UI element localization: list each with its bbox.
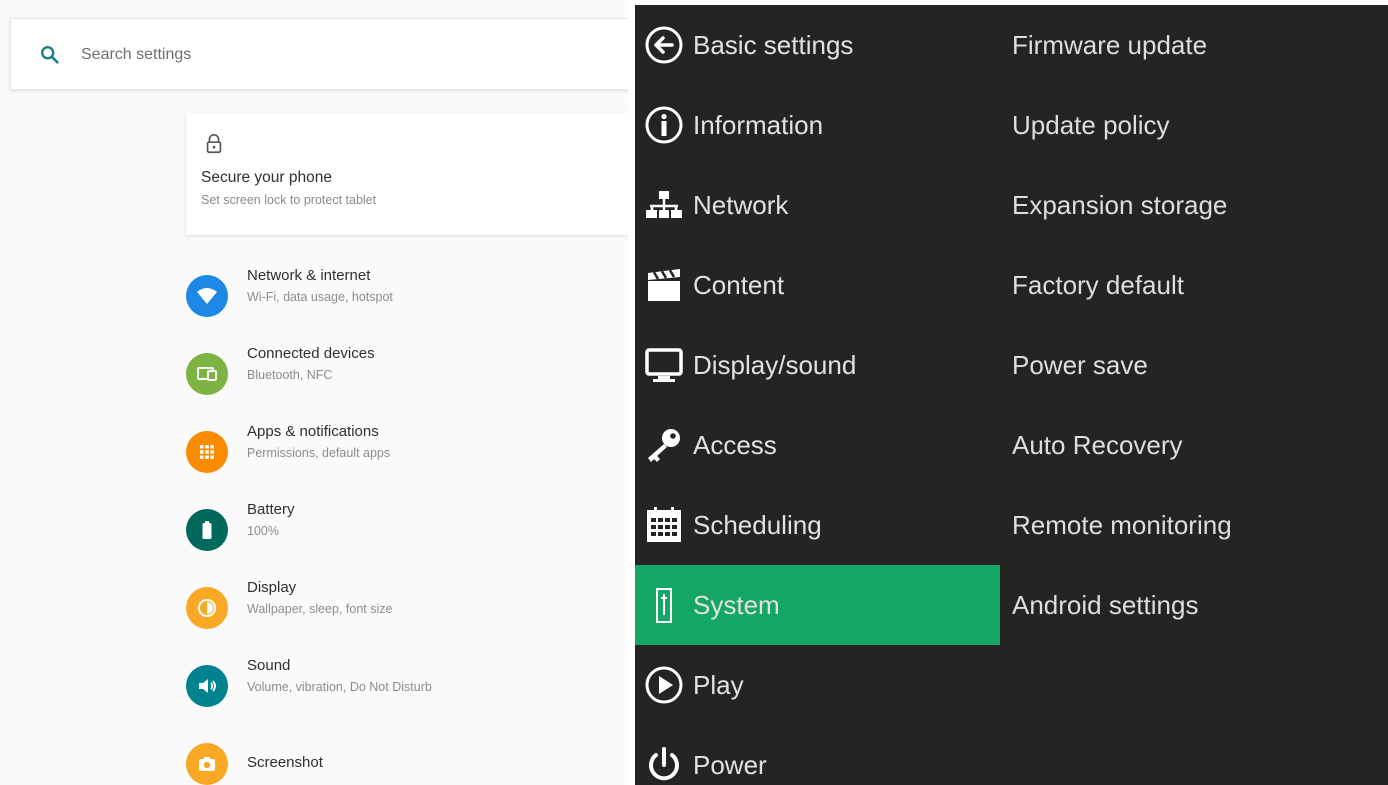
menu-label: Scheduling [693,509,822,540]
menu-label: Basic settings [693,29,854,60]
search-bar[interactable] [10,18,628,90]
setting-sound[interactable]: Sound Volume, vibration, Do Not Disturb [186,657,606,725]
setting-connected-devices[interactable]: Connected devices Bluetooth, NFC [186,345,606,413]
submenu-auto-recovery[interactable]: Auto Recovery [1012,405,1183,485]
signage-settings-panel: Basic settings Information Network Conte… [635,5,1388,785]
setting-title: Battery [247,501,295,518]
menu-item-scheduling[interactable]: Scheduling [635,485,1000,565]
camera-icon [186,743,228,785]
menu-item-basic-settings[interactable]: Basic settings [635,5,1000,85]
setting-subtitle: 100% [247,524,279,538]
menu-label: Content [693,269,785,300]
back-arrow-icon [643,24,685,66]
monitor-icon [643,344,685,386]
menu-label: Display/sound [693,349,857,380]
menu-label: Play [693,669,744,700]
lock-icon [203,133,225,155]
setting-title: Screenshot [247,754,323,771]
apps-icon [186,431,228,473]
system-icon [643,584,685,626]
panel-divider [628,0,635,785]
submenu-factory-default[interactable]: Factory default [1012,245,1184,325]
play-icon [643,664,685,706]
devices-icon [186,353,228,395]
battery-icon [186,509,228,551]
info-icon [643,104,685,146]
search-input[interactable] [81,41,601,69]
menu-item-display-sound[interactable]: Display/sound [635,325,1000,405]
menu-label: Information [693,109,824,140]
volume-icon [186,665,228,707]
setting-apps-notifications[interactable]: Apps & notifications Permissions, defaul… [186,423,606,491]
android-settings-panel: Secure your phone Set screen lock to pro… [0,0,628,785]
menu-label: Access [693,429,777,460]
search-icon [39,44,61,66]
calendar-icon [643,504,685,546]
key-icon [643,424,685,466]
menu-item-information[interactable]: Information [635,85,1000,165]
setting-subtitle: Permissions, default apps [247,446,391,460]
menu-item-power[interactable]: Power [635,725,1000,785]
setting-battery[interactable]: Battery 100% [186,501,606,569]
menu-item-play[interactable]: Play [635,645,1000,725]
menu-label: Network [693,189,789,220]
secure-card-title: Secure your phone [201,169,332,186]
clapperboard-icon [643,264,685,306]
setting-subtitle: Volume, vibration, Do Not Disturb [247,680,432,694]
brightness-icon [186,587,228,629]
menu-item-access[interactable]: Access [635,405,1000,485]
setting-title: Apps & notifications [247,423,379,440]
setting-subtitle: Wi-Fi, data usage, hotspot [247,290,393,304]
setting-title: Sound [247,657,291,674]
menu-item-content[interactable]: Content [635,245,1000,325]
menu-item-system[interactable]: System [635,565,1000,645]
setting-display[interactable]: Display Wallpaper, sleep, font size [186,579,606,647]
submenu-remote-monitoring[interactable]: Remote monitoring [1012,485,1232,565]
wifi-icon [186,275,228,317]
submenu-firmware-update[interactable]: Firmware update [1012,5,1207,85]
setting-subtitle: Bluetooth, NFC [247,368,333,382]
menu-label: System [693,589,780,620]
submenu-power-save[interactable]: Power save [1012,325,1148,405]
setting-subtitle: Wallpaper, sleep, font size [247,602,393,616]
setting-screenshot[interactable]: Screenshot [186,743,606,785]
setting-title: Display [247,579,297,596]
network-icon [643,184,685,226]
submenu-update-policy[interactable]: Update policy [1012,85,1170,165]
setting-network-internet[interactable]: Network & internet Wi-Fi, data usage, ho… [186,267,606,335]
setting-title: Connected devices [247,345,375,362]
secure-phone-card[interactable]: Secure your phone Set screen lock to pro… [186,113,628,235]
submenu-android-settings[interactable]: Android settings [1012,565,1198,645]
secure-card-subtitle: Set screen lock to protect tablet [201,193,377,207]
menu-item-network[interactable]: Network [635,165,1000,245]
menu-label: Power [693,749,767,780]
setting-title: Network & internet [247,267,371,284]
submenu-expansion-storage[interactable]: Expansion storage [1012,165,1227,245]
power-icon [643,744,685,785]
